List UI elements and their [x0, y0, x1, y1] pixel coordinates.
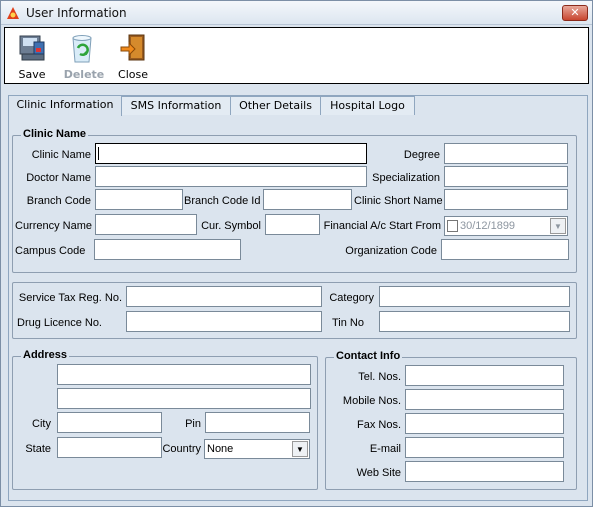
financial-start-label: Financial A/c Start From	[323, 220, 441, 232]
mobile-nos-input[interactable]	[405, 389, 564, 410]
tab-sms-information[interactable]: SMS Information	[121, 96, 231, 115]
currency-name-label: Currency Name	[15, 220, 93, 232]
app-icon	[7, 7, 19, 19]
address-line1-input[interactable]	[57, 364, 311, 385]
title-bar: User Information ✕	[1, 1, 592, 25]
cur-symbol-input[interactable]	[265, 214, 320, 235]
currency-name-input[interactable]	[95, 214, 197, 235]
address-line2-input[interactable]	[57, 388, 311, 409]
clinic-name-legend: Clinic Name	[21, 128, 88, 140]
category-input[interactable]	[379, 286, 570, 307]
financial-start-date-picker[interactable]: 30/12/1899 ▼	[444, 216, 568, 236]
tin-no-input[interactable]	[379, 311, 570, 332]
specialization-input[interactable]	[444, 166, 568, 187]
degree-input[interactable]	[444, 143, 568, 164]
financial-start-date-value: 30/12/1899	[460, 220, 516, 232]
country-select[interactable]: None ▼	[204, 439, 310, 459]
address-legend: Address	[21, 349, 70, 361]
campus-code-label: Campus Code	[15, 245, 86, 257]
branch-code-id-label: Branch Code Id	[184, 195, 261, 207]
pin-label: Pin	[185, 418, 201, 430]
service-tax-label: Service Tax Reg. No.	[18, 292, 122, 304]
service-tax-input[interactable]	[126, 286, 322, 307]
window-close-button[interactable]: ✕	[562, 5, 588, 21]
degree-label: Degree	[403, 149, 440, 161]
tab-clinic-information[interactable]: Clinic Information	[8, 95, 122, 116]
user-information-window: User Information ✕ Save Delete Close Cli…	[0, 0, 593, 507]
close-button[interactable]: Close	[113, 30, 153, 82]
exit-door-icon	[120, 34, 145, 61]
web-site-label: Web Site	[356, 467, 401, 479]
doctor-name-input[interactable]	[95, 166, 367, 187]
category-label: Category	[329, 292, 374, 304]
contact-info-legend: Contact Info	[334, 350, 403, 362]
organization-code-input[interactable]	[441, 239, 569, 260]
clinic-short-name-input[interactable]	[444, 189, 568, 210]
organization-code-label: Organization Code	[345, 245, 437, 257]
campus-code-input[interactable]	[94, 239, 241, 260]
tel-nos-label: Tel. Nos.	[358, 371, 401, 383]
clinic-name-input[interactable]	[95, 143, 367, 164]
branch-code-label: Branch Code	[26, 195, 91, 207]
tab-hospital-logo[interactable]: Hospital Logo	[320, 96, 415, 115]
drug-licence-label: Drug Licence No.	[17, 317, 102, 329]
email-label: E-mail	[369, 443, 401, 455]
branch-code-input[interactable]	[95, 189, 183, 210]
chevron-down-icon[interactable]: ▼	[292, 441, 308, 457]
close-label: Close	[118, 68, 148, 81]
state-input[interactable]	[57, 437, 162, 458]
mobile-nos-label: Mobile Nos.	[342, 395, 401, 407]
city-label: City	[32, 418, 51, 430]
fax-nos-label: Fax Nos.	[356, 419, 401, 431]
tab-other-details[interactable]: Other Details	[230, 96, 321, 115]
chevron-down-icon[interactable]: ▼	[550, 218, 566, 234]
window-title: User Information	[26, 6, 127, 20]
branch-code-id-input[interactable]	[263, 189, 352, 210]
fax-nos-input[interactable]	[405, 413, 564, 434]
specialization-label: Specialization	[372, 172, 440, 184]
pin-input[interactable]	[205, 412, 310, 433]
date-checkbox[interactable]	[447, 220, 458, 232]
tin-no-label: Tin No	[332, 317, 364, 329]
save-button[interactable]: Save	[12, 30, 52, 82]
delete-button[interactable]: Delete	[62, 30, 106, 82]
state-label: State	[25, 443, 51, 455]
recycle-bin-icon	[72, 35, 92, 63]
delete-label: Delete	[63, 68, 105, 81]
save-icon	[19, 35, 45, 61]
doctor-name-label: Doctor Name	[26, 172, 91, 184]
clinic-short-name-label: Clinic Short Name	[354, 195, 443, 207]
cur-symbol-label: Cur. Symbol	[201, 220, 261, 232]
country-value: None	[207, 443, 234, 455]
tel-nos-input[interactable]	[405, 365, 564, 386]
drug-licence-input[interactable]	[126, 311, 322, 332]
clinic-name-label: Clinic Name	[31, 149, 91, 161]
save-label: Save	[18, 68, 46, 81]
web-site-input[interactable]	[405, 461, 564, 482]
email-input[interactable]	[405, 437, 564, 458]
city-input[interactable]	[57, 412, 162, 433]
toolbar: Save Delete Close	[4, 27, 589, 84]
country-label: Country	[162, 443, 201, 455]
